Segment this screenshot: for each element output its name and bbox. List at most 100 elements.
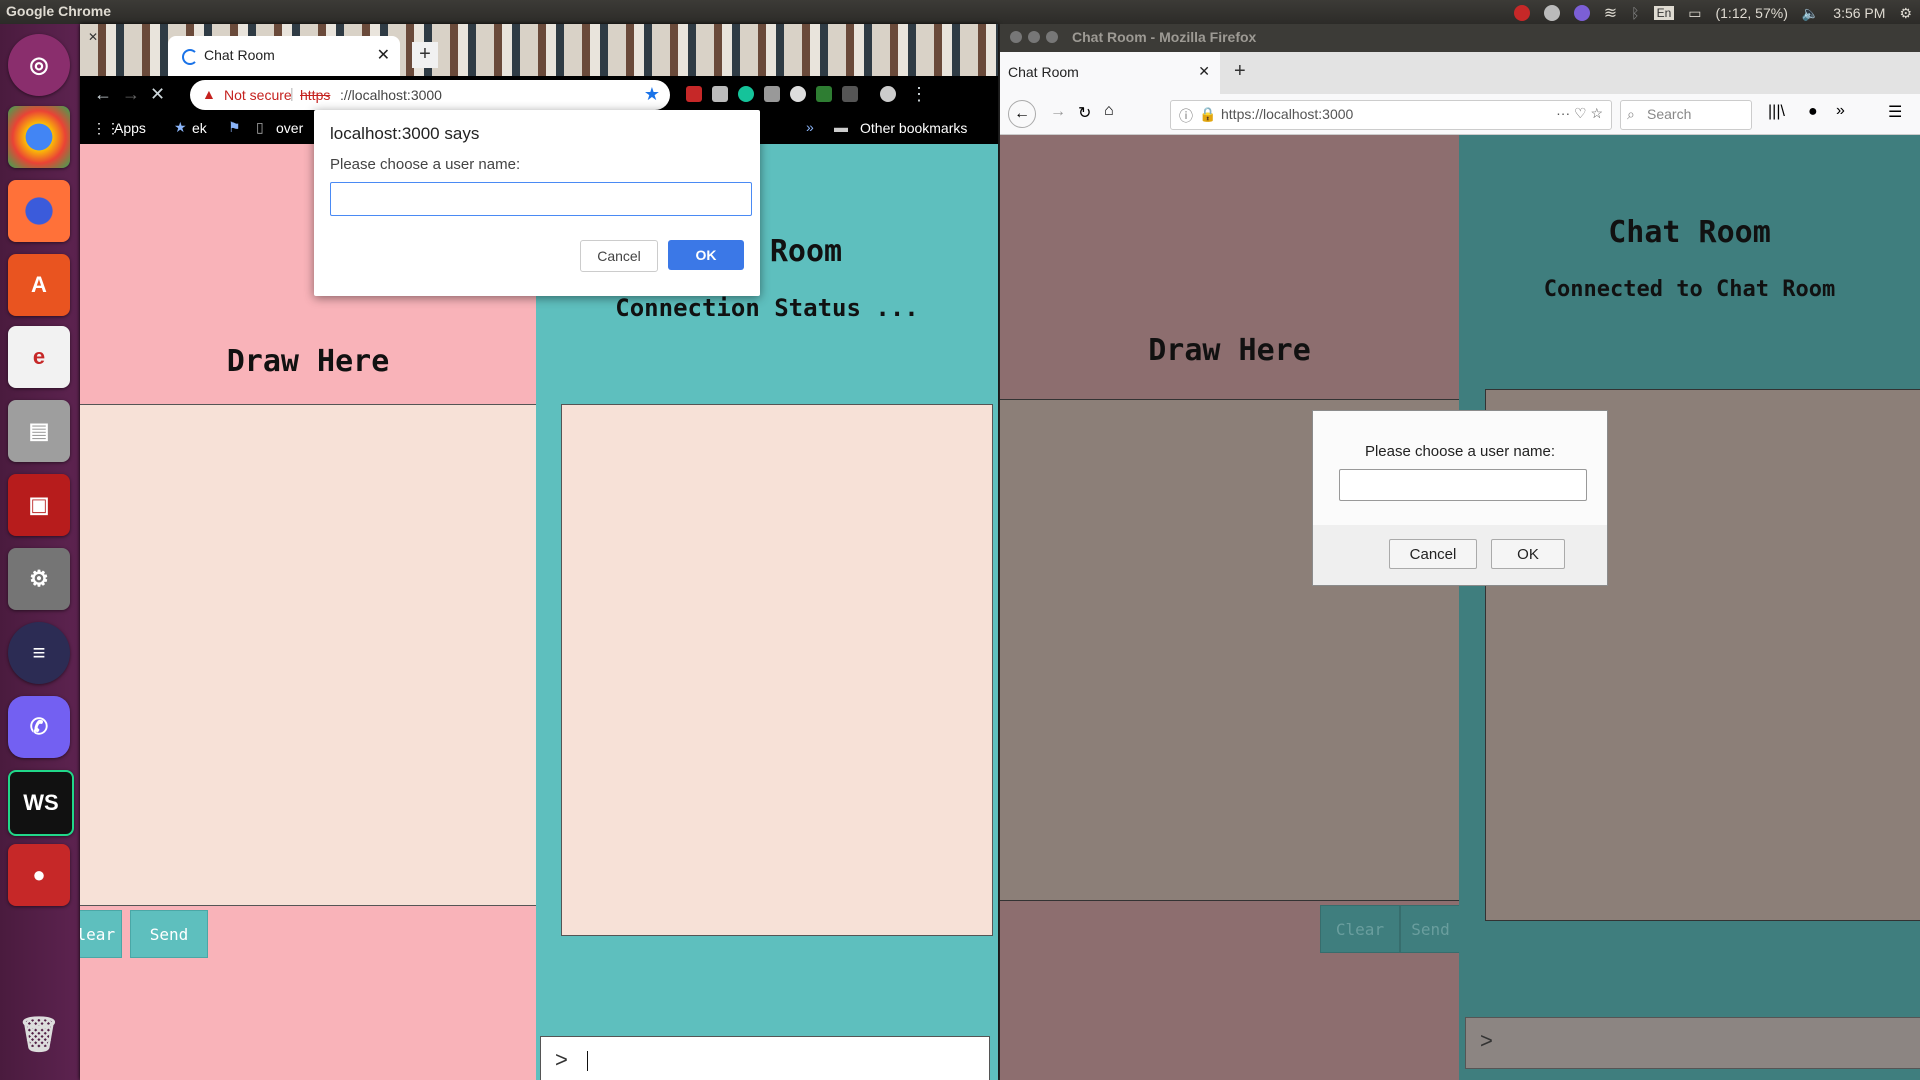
terminal-icon[interactable]: ▣ <box>8 474 70 536</box>
library-icon[interactable]: |||\ <box>1768 103 1785 121</box>
security-label[interactable]: Not secure <box>224 87 292 103</box>
firefox-window: Chat Room - Mozilla Firefox Chat Room ✕ … <box>1000 24 1920 1080</box>
extension-icon[interactable] <box>790 86 806 102</box>
drawing-canvas[interactable] <box>80 404 536 906</box>
ubuntu-icon[interactable]: ◎ <box>8 34 70 96</box>
username-input[interactable] <box>330 182 752 216</box>
keyboard-layout[interactable]: En <box>1653 6 1675 20</box>
ebook-icon[interactable]: e <box>8 326 70 388</box>
clock[interactable]: 3:56 PM <box>1833 5 1885 21</box>
lock-warning-icon[interactable]: 🔒 <box>1199 106 1216 123</box>
search-placeholder: Search <box>1647 106 1692 122</box>
eclipse-icon[interactable]: ≡ <box>8 622 70 684</box>
volume-icon[interactable]: 🔈 <box>1802 5 1819 22</box>
chat-input[interactable]: > <box>1465 1017 1920 1069</box>
bookmark-apps[interactable]: Apps <box>114 120 146 136</box>
url-bar[interactable]: ⓘ 🔒 https://localhost:3000 ··· ♡ ☆ <box>1170 100 1612 130</box>
tab-chat-room[interactable]: Chat Room ✕ <box>1000 52 1220 94</box>
username-input[interactable] <box>1339 469 1587 501</box>
warning-icon[interactable]: ▲ <box>202 86 216 102</box>
cancel-button[interactable]: Cancel <box>580 240 658 272</box>
wifi-icon[interactable]: ≋ <box>1604 3 1617 23</box>
ok-button[interactable]: OK <box>1491 539 1565 569</box>
url-host: ://localhost:3000 <box>340 87 442 103</box>
files-icon[interactable]: ▤ <box>8 400 70 462</box>
adblock-icon[interactable] <box>686 86 702 102</box>
extension-icon[interactable]: ● <box>1808 103 1818 121</box>
settings-gear-icon[interactable]: ⚙ <box>1899 5 1912 22</box>
clear-button[interactable]: Clear <box>80 910 122 958</box>
forward-icon[interactable]: → <box>122 84 140 105</box>
prompt-symbol: > <box>555 1047 568 1072</box>
search-box[interactable]: ⌕ Search <box>1620 100 1752 130</box>
overflow-icon[interactable]: » <box>1836 102 1845 120</box>
bookmark-ek[interactable]: ek <box>192 120 207 136</box>
page-actions-icon[interactable]: ··· ♡ ☆ <box>1556 105 1603 122</box>
extension-icon[interactable] <box>764 86 780 102</box>
grammarly-icon[interactable] <box>738 86 754 102</box>
dialog-title: localhost:3000 says <box>330 124 480 143</box>
reload-icon[interactable]: ↻ <box>1078 103 1091 123</box>
tab-close-icon[interactable]: ✕ <box>1198 63 1210 80</box>
window-close-icon[interactable]: ✕ <box>88 30 98 44</box>
loading-spinner-icon <box>182 49 198 65</box>
battery-status[interactable]: (1:12, 57%) <box>1715 5 1787 21</box>
clear-button[interactable]: Clear <box>1320 905 1400 953</box>
js-prompt-dialog: Please choose a user name: Cancel OK <box>1312 410 1608 586</box>
chrome-tabstrip: ✕ Chat Room ✕ + <box>80 24 998 76</box>
bookmarks-overflow[interactable]: » <box>806 119 814 135</box>
bookmark-star-icon[interactable]: ★ <box>644 84 660 105</box>
tab-chat-room[interactable]: Chat Room ✕ <box>168 36 400 76</box>
software-center-icon[interactable]: A <box>8 254 70 316</box>
sync-icon[interactable] <box>1543 5 1560 21</box>
chrome-menu-icon[interactable]: ⋮ <box>910 84 928 105</box>
viber-tray-icon[interactable] <box>1573 5 1590 21</box>
menu-icon[interactable]: ☰ <box>1888 102 1902 122</box>
record-indicator-icon[interactable] <box>1513 5 1530 21</box>
search-icon: ⌕ <box>1627 106 1635 122</box>
bookmark-favicon-icon[interactable]: ⚑ <box>228 119 241 136</box>
new-tab-button[interactable]: + <box>412 42 438 68</box>
chrome-icon[interactable] <box>8 106 70 168</box>
back-icon[interactable]: ← <box>1008 100 1036 128</box>
omnibox[interactable]: ▲ Not secure | https ://localhost:3000 ★ <box>190 80 670 110</box>
chat-input[interactable]: > <box>540 1036 990 1080</box>
bookmark-over[interactable]: over <box>276 120 303 136</box>
forward-icon[interactable]: → <box>1050 103 1066 121</box>
settings-icon[interactable]: ⚙ <box>8 548 70 610</box>
firefox-icon[interactable] <box>8 180 70 242</box>
extension-icon[interactable] <box>712 86 728 102</box>
viber-icon[interactable]: ✆ <box>8 696 70 758</box>
text-caret <box>587 1051 588 1071</box>
bluetooth-icon[interactable]: ᛒ <box>1631 5 1639 21</box>
draw-panel: Draw Here Clear Send <box>1000 135 1461 1080</box>
info-icon[interactable]: ⓘ <box>1179 106 1193 126</box>
window-minimize-icon[interactable] <box>1028 31 1040 43</box>
ok-button[interactable]: OK <box>668 240 744 270</box>
stop-icon[interactable]: ✕ <box>150 84 165 105</box>
send-button[interactable]: Send <box>130 910 208 958</box>
battery-icon[interactable]: ▭ <box>1688 5 1701 22</box>
dialog-footer: Cancel OK <box>1313 525 1607 585</box>
trash-icon[interactable]: 🗑 <box>8 1004 70 1066</box>
download-icon[interactable] <box>842 86 858 102</box>
home-icon[interactable]: ⌂ <box>1104 102 1114 120</box>
draw-title: Draw Here <box>226 344 390 379</box>
webstorm-icon[interactable]: WS <box>8 770 74 836</box>
chrome-toolbar: ← → ✕ ▲ Not secure | https ://localhost:… <box>80 76 998 114</box>
send-button[interactable]: Send <box>1400 905 1461 953</box>
cancel-button[interactable]: Cancel <box>1389 539 1477 569</box>
profile-avatar[interactable] <box>880 86 896 102</box>
window-close-icon[interactable] <box>1010 31 1022 43</box>
connection-status: Connection Status ... <box>615 294 919 322</box>
other-bookmarks[interactable]: Other bookmarks <box>860 120 967 136</box>
js-prompt-dialog: localhost:3000 says Please choose a user… <box>314 110 760 296</box>
back-icon[interactable]: ← <box>94 84 112 105</box>
tab-title: Chat Room <box>204 47 275 63</box>
system-tray: ≋ ᛒ En ▭ (1:12, 57%) 🔈 3:56 PM ⚙ <box>1513 3 1912 23</box>
extension-icon[interactable] <box>816 86 832 102</box>
new-tab-button[interactable]: + <box>1234 60 1246 83</box>
window-maximize-icon[interactable] <box>1046 31 1058 43</box>
recorder-icon[interactable]: ● <box>8 844 70 906</box>
tab-close-icon[interactable]: ✕ <box>377 45 390 65</box>
